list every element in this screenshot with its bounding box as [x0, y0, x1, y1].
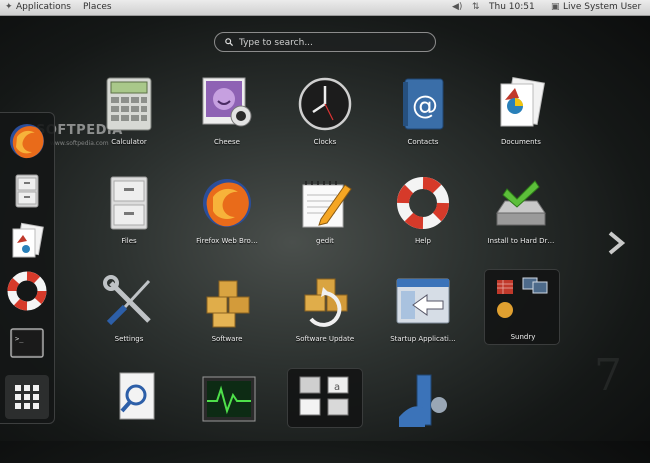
app-label: Calculator — [111, 138, 147, 146]
cheese-icon — [202, 77, 252, 127]
top-bar: ✦ Applications Places ◀) ⇅ Thu 10:51 ▣ L… — [0, 0, 650, 16]
app-label: Sundry — [510, 333, 536, 341]
help-lifebuoy-icon — [397, 177, 449, 229]
sundry-folder-icon — [497, 277, 548, 318]
firefox-icon — [10, 124, 44, 159]
clock-icon — [298, 77, 352, 131]
app-install-to-hard-drive[interactable]: Install to Hard Dr… — [473, 171, 569, 267]
firefox-icon — [203, 179, 251, 227]
dash-help[interactable] — [5, 269, 49, 313]
app-label: Startup Applicati… — [390, 335, 456, 343]
app-files[interactable]: Files — [81, 171, 177, 267]
app-contacts[interactable]: @ Contacts — [375, 72, 471, 168]
app-system-monitor[interactable] — [181, 367, 277, 463]
calculator-icon — [106, 77, 152, 131]
app-startup-applications[interactable]: Startup Applicati… — [375, 269, 471, 365]
files-icon — [110, 176, 148, 230]
grid-icon — [5, 375, 49, 419]
dash-terminal[interactable]: >_ — [5, 321, 49, 365]
terminal-icon: >_ — [10, 328, 44, 358]
app-label: Help — [415, 237, 431, 245]
software-boxes-icon — [206, 280, 250, 328]
app-settings[interactable]: Settings — [81, 269, 177, 365]
app-software-update[interactable]: Software Update — [277, 269, 373, 365]
app-label: Clocks — [313, 138, 337, 146]
dash-firefox[interactable] — [5, 119, 49, 163]
app-label: Install to Hard Dr… — [487, 237, 555, 245]
app-calculator[interactable]: Calculator — [81, 72, 177, 168]
search-box[interactable] — [214, 32, 436, 52]
app-label: Files — [121, 237, 137, 245]
software-update-icon — [304, 278, 348, 327]
help-lifebuoy-icon — [7, 271, 47, 311]
app-label: gedit — [316, 237, 334, 245]
startup-applications-icon — [396, 278, 450, 324]
watermark-seven: 7 — [594, 350, 622, 401]
app-cheese[interactable]: Cheese — [179, 72, 275, 168]
app-label: Documents — [501, 138, 541, 146]
applications-menu[interactable]: Applications — [16, 0, 71, 15]
app-gedit[interactable]: gedit — [277, 171, 373, 267]
volume-icon[interactable]: ◀) — [452, 0, 462, 15]
app-label: Cheese — [214, 138, 240, 146]
install-drive-icon — [496, 180, 546, 226]
app-label: Software — [211, 335, 243, 343]
app-software[interactable]: Software — [179, 269, 275, 365]
activities-icon[interactable]: ✦ — [5, 0, 13, 15]
search-icon — [225, 38, 233, 46]
app-help[interactable]: Help — [375, 171, 471, 267]
chevron-right-icon[interactable] — [604, 230, 628, 256]
app-label: Contacts — [407, 138, 439, 146]
app-label: Firefox Web Bro… — [196, 237, 258, 245]
documents-icon — [12, 222, 44, 258]
show-applications-button[interactable] — [5, 375, 49, 419]
documents-icon — [500, 76, 545, 127]
network-icon[interactable]: ⇅ — [472, 0, 480, 15]
app-label: Settings — [114, 335, 144, 343]
user-menu[interactable]: Live System User — [563, 0, 641, 15]
app-documents[interactable]: Documents — [473, 72, 569, 168]
settings-tools-icon — [103, 275, 151, 326]
clock[interactable]: Thu 10:51 — [489, 0, 535, 15]
system-monitor-icon — [202, 376, 256, 422]
user-status-icon[interactable]: ▣ — [551, 0, 560, 15]
places-menu[interactable]: Places — [83, 0, 112, 15]
svg-text:>_: >_ — [15, 335, 24, 343]
app-sundry-folder[interactable]: Sundry — [484, 269, 560, 345]
svg-text:a: a — [334, 382, 340, 393]
magnifier-icon — [119, 372, 155, 420]
search-input[interactable] — [237, 34, 431, 52]
app-label: Software Update — [295, 335, 355, 343]
dash-files[interactable] — [5, 169, 49, 213]
svg-text:@: @ — [412, 91, 438, 121]
dash-documents[interactable] — [5, 219, 49, 263]
dash: >_ — [0, 112, 55, 424]
app-video[interactable] — [375, 367, 471, 463]
app-firefox[interactable]: Firefox Web Bro… — [179, 171, 275, 267]
app-utilities-folder[interactable]: a — [287, 368, 363, 428]
utilities-folder-icon: a — [299, 376, 349, 416]
app-search-tool[interactable] — [88, 367, 184, 463]
gedit-icon — [302, 181, 352, 228]
app-clocks[interactable]: Clocks — [277, 72, 373, 168]
film-reel-icon — [399, 374, 447, 427]
files-icon — [15, 174, 39, 208]
contacts-icon: @ — [403, 78, 444, 130]
